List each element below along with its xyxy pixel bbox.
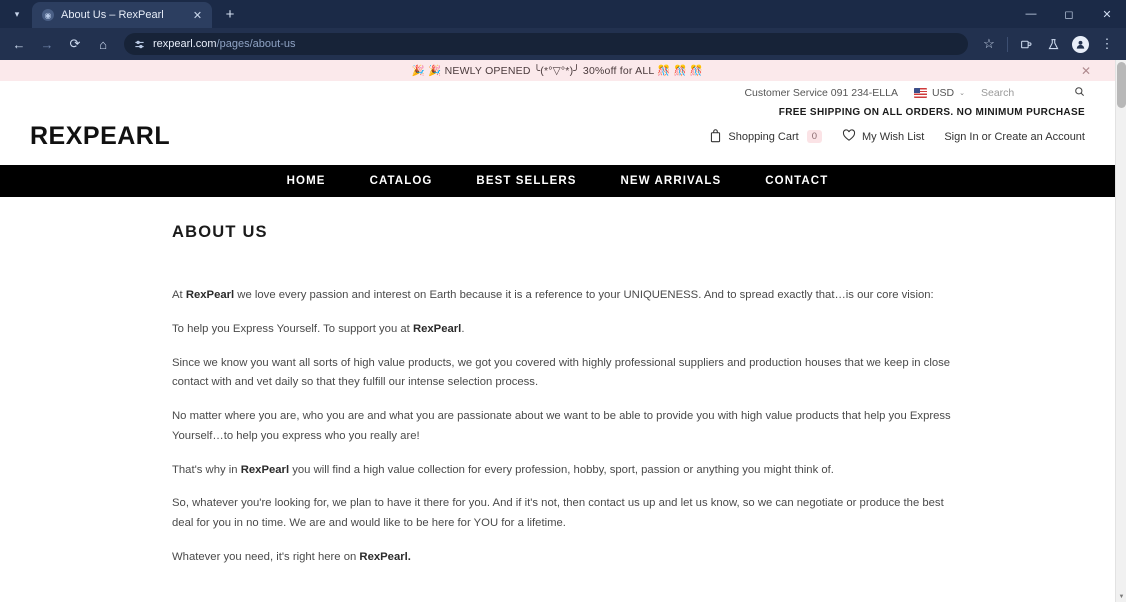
- maximize-button[interactable]: ◻: [1050, 0, 1088, 28]
- address-bar[interactable]: rexpearl.com/pages/about-us: [124, 33, 968, 55]
- web-page: 🎉 🎉 NEWLY OPENED ╰(*°▽°*)╯ 30%off for AL…: [0, 60, 1115, 602]
- paragraph-1: At RexPearl we love every passion and in…: [172, 289, 934, 301]
- forward-icon[interactable]: →: [34, 31, 60, 57]
- currency-selector[interactable]: USD ⌄: [913, 87, 965, 99]
- toolbar-actions: ☆ ⋮: [976, 31, 1120, 57]
- tab-close-icon[interactable]: ✕: [190, 8, 205, 23]
- tab-title: About Us – RexPearl: [61, 9, 164, 21]
- home-icon[interactable]: ⌂: [90, 31, 116, 57]
- wishlist-button[interactable]: My Wish List: [842, 129, 924, 144]
- new-tab-button[interactable]: +: [218, 2, 242, 26]
- header-row: REXPEARL Shopping Cart 0 My Wish List Si…: [0, 118, 1115, 165]
- paragraph-5: That's why in RexPearl you will find a h…: [172, 463, 834, 476]
- nav-item-new-arrivals[interactable]: NEW ARRIVALS: [621, 175, 722, 187]
- utility-bar: Customer Service 091 234-ELLA USD ⌄: [0, 81, 1115, 105]
- url-text: rexpearl.com/pages/about-us: [153, 38, 295, 50]
- site-logo[interactable]: REXPEARL: [30, 122, 170, 151]
- toolbar-divider: [1007, 36, 1008, 52]
- nav-item-contact[interactable]: CONTACT: [765, 175, 828, 187]
- url-path: /pages/about-us: [216, 38, 296, 50]
- free-shipping-banner: FREE SHIPPING ON ALL ORDERS. NO MINIMUM …: [778, 107, 1085, 118]
- wishlist-label: My Wish List: [862, 130, 925, 143]
- url-domain: rexpearl.com: [153, 38, 217, 50]
- browser-toolbar: ← → ⟳ ⌂ rexpearl.com/pages/about-us ☆ ⋮: [0, 28, 1126, 60]
- announcement-text: 🎉 🎉 NEWLY OPENED ╰(*°▽°*)╯ 30%off for AL…: [411, 65, 704, 77]
- page-viewport: 🎉 🎉 NEWLY OPENED ╰(*°▽°*)╯ 30%off for AL…: [0, 60, 1126, 602]
- reload-icon[interactable]: ⟳: [62, 31, 88, 57]
- scroll-down-arrow-icon[interactable]: ▼: [1116, 591, 1126, 602]
- announcement-bar: 🎉 🎉 NEWLY OPENED ╰(*°▽°*)╯ 30%off for AL…: [0, 60, 1115, 81]
- back-icon[interactable]: ←: [6, 31, 32, 57]
- nav-item-catalog[interactable]: CATALOG: [370, 175, 433, 187]
- shopping-cart-button[interactable]: Shopping Cart 0: [709, 128, 822, 145]
- window-controls: — ◻ ✕: [1012, 0, 1126, 28]
- paragraph-2: To help you Express Yourself. To support…: [172, 322, 465, 335]
- extensions-icon[interactable]: [1013, 31, 1039, 57]
- nav-item-home[interactable]: HOME: [287, 175, 326, 187]
- bookmark-star-icon[interactable]: ☆: [976, 31, 1002, 57]
- main-navigation: HOME CATALOG BEST SELLERS NEW ARRIVALS C…: [0, 165, 1115, 197]
- paragraph-7: Whatever you need, it's right here on Re…: [172, 550, 411, 563]
- browser-window: ▾ ◉ About Us – RexPearl ✕ + — ◻ ✕ ← → ⟳ …: [0, 0, 1126, 602]
- paragraph-6: So, whatever you're looking for, we plan…: [172, 497, 944, 530]
- heart-icon: [842, 129, 856, 144]
- shopping-bag-icon: [709, 128, 722, 145]
- main-content: ABOUT US At RexPearl we love every passi…: [0, 197, 1115, 568]
- currency-label: USD: [931, 87, 955, 99]
- tab-search-icon[interactable]: ▾: [4, 2, 30, 26]
- browser-tab[interactable]: ◉ About Us – RexPearl ✕: [32, 2, 212, 28]
- about-us-body: At RexPearl we love every passion and in…: [172, 286, 1085, 568]
- profile-avatar-icon[interactable]: [1067, 31, 1093, 57]
- page-title: ABOUT US: [172, 223, 268, 241]
- scrollbar-thumb[interactable]: [1117, 62, 1126, 108]
- close-window-button[interactable]: ✕: [1088, 0, 1126, 28]
- chevron-down-icon: ⌄: [959, 90, 965, 97]
- experiments-flask-icon[interactable]: [1040, 31, 1066, 57]
- cart-count-badge: 0: [806, 130, 822, 143]
- browser-menu-icon[interactable]: ⋮: [1094, 31, 1120, 57]
- page-scrollbar[interactable]: ▲ ▼: [1115, 60, 1126, 602]
- site-search[interactable]: [981, 86, 1085, 100]
- account-link[interactable]: Sign In or Create an Account: [944, 131, 1085, 143]
- announcement-close-icon[interactable]: ✕: [1081, 64, 1091, 78]
- us-flag-icon: [913, 88, 927, 98]
- cart-label: Shopping Cart: [728, 130, 799, 143]
- paragraph-3: Since we know you want all sorts of high…: [172, 356, 951, 389]
- nav-item-best-sellers[interactable]: BEST SELLERS: [476, 175, 576, 187]
- tab-strip: ▾ ◉ About Us – RexPearl ✕ + — ◻ ✕: [0, 0, 1126, 28]
- minimize-button[interactable]: —: [1012, 0, 1050, 28]
- paragraph-4: No matter where you are, who you are and…: [172, 410, 951, 442]
- search-icon[interactable]: [1074, 86, 1085, 100]
- header-actions: Shopping Cart 0 My Wish List Sign In or …: [709, 128, 1085, 145]
- customer-service-text: Customer Service 091 234-ELLA: [744, 87, 898, 99]
- avatar: [1071, 35, 1089, 53]
- site-settings-icon[interactable]: [134, 39, 145, 50]
- favicon-icon: ◉: [42, 9, 54, 21]
- search-input[interactable]: [981, 87, 1061, 99]
